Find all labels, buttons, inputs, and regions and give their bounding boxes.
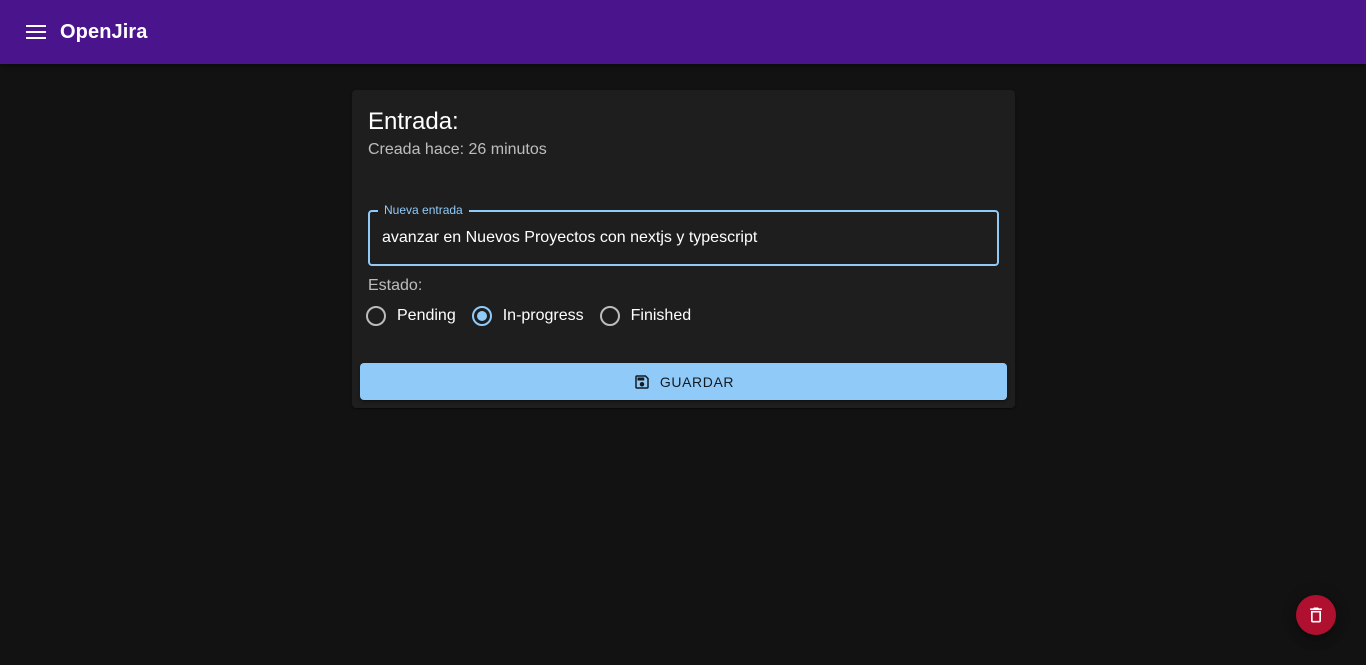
radio-finished-icon[interactable]	[599, 306, 620, 326]
menu-button[interactable]	[16, 12, 56, 52]
radio-option-pending[interactable]: Pending	[366, 306, 456, 326]
app-bar: OpenJira	[0, 0, 1366, 64]
save-icon	[633, 373, 651, 391]
entry-text-field: Nueva entrada	[368, 203, 999, 266]
entry-input[interactable]	[382, 212, 982, 264]
status-label: Estado:	[368, 277, 423, 294]
entry-card: Entrada: Creada hace: 26 minutos Nueva e…	[352, 90, 1015, 408]
card-title: Entrada:	[368, 108, 459, 135]
save-button[interactable]: GUARDAR	[360, 363, 1007, 400]
save-button-label: GUARDAR	[659, 373, 735, 390]
radio-option-finished[interactable]: Finished	[599, 306, 692, 326]
radio-label-in-progress: In-progress	[502, 307, 584, 324]
delete-icon	[1310, 607, 1322, 623]
status-radio-group: Pending In-progress Finished	[366, 306, 707, 326]
delete-button[interactable]	[1296, 595, 1336, 635]
radio-pending-icon[interactable]	[366, 306, 386, 326]
card-subtitle: Creada hace: 26 minutos	[368, 141, 547, 158]
menu-icon	[26, 25, 46, 39]
radio-label-pending: Pending	[397, 307, 456, 324]
radio-option-in-progress[interactable]: In-progress	[471, 306, 584, 326]
app-title: OpenJira	[60, 20, 148, 43]
radio-label-finished: Finished	[630, 307, 692, 324]
radio-in-progress-icon[interactable]	[471, 306, 492, 326]
